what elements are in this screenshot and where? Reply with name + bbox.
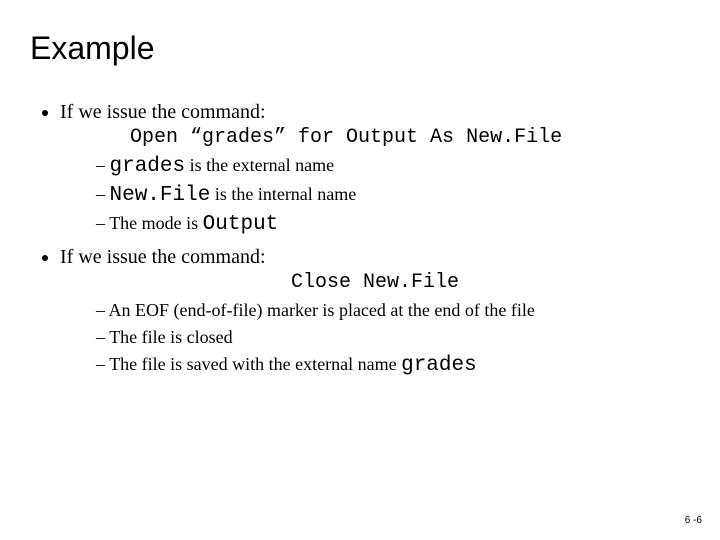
sub2-3-code: grades	[401, 354, 477, 377]
sub2-3-plain: The file is saved with the external name	[109, 354, 401, 374]
sub1-1-rest: is the external name	[185, 155, 334, 175]
sub2-item-1: An EOF (end-of-file) marker is placed at…	[96, 300, 690, 321]
cmd2-handle: New.File	[363, 271, 459, 294]
cmd2-kw-close: Close	[291, 271, 363, 294]
cmd1-middle: for Output As	[286, 126, 466, 149]
bullet-2: If we issue the command: Close New.File …	[60, 246, 690, 377]
command-2: Close New.File	[60, 271, 690, 294]
sub2-item-2: The file is closed	[96, 327, 690, 348]
slide: Example If we issue the command: Open “g…	[0, 0, 720, 540]
bullet-list: If we issue the command: Open “grades” f…	[30, 101, 690, 377]
sub2-item-3: The file is saved with the external name…	[96, 354, 690, 377]
sub1-3-plain: The mode is	[109, 213, 202, 233]
cmd1-handle: New.File	[466, 126, 562, 149]
command-1: Open “grades” for Output As New.File	[60, 126, 690, 149]
sub2-2-plain: The file is closed	[109, 327, 232, 347]
cmd1-kw-open: Open	[130, 126, 190, 149]
sub1-item-2: New.File is the internal name	[96, 184, 690, 207]
sub1-item-3: The mode is Output	[96, 213, 690, 236]
slide-number: 6 -6	[685, 515, 702, 526]
slide-title: Example	[30, 30, 690, 67]
cmd1-filename: “grades”	[190, 126, 286, 149]
sub-list-2: An EOF (end-of-file) marker is placed at…	[60, 300, 690, 377]
bullet-2-text: If we issue the command:	[60, 246, 266, 268]
sub1-item-1: grades is the external name	[96, 155, 690, 178]
sub1-2-code: New.File	[110, 184, 211, 207]
sub-list-1: grades is the external name New.File is …	[60, 155, 690, 236]
sub1-2-rest: is the internal name	[210, 184, 356, 204]
sub2-1-plain: An EOF (end-of-file) marker is placed at…	[109, 300, 535, 320]
sub1-1-code: grades	[110, 155, 186, 178]
sub1-3-code: Output	[203, 213, 279, 236]
bullet-1: If we issue the command: Open “grades” f…	[60, 101, 690, 236]
bullet-1-text: If we issue the command:	[60, 101, 266, 123]
